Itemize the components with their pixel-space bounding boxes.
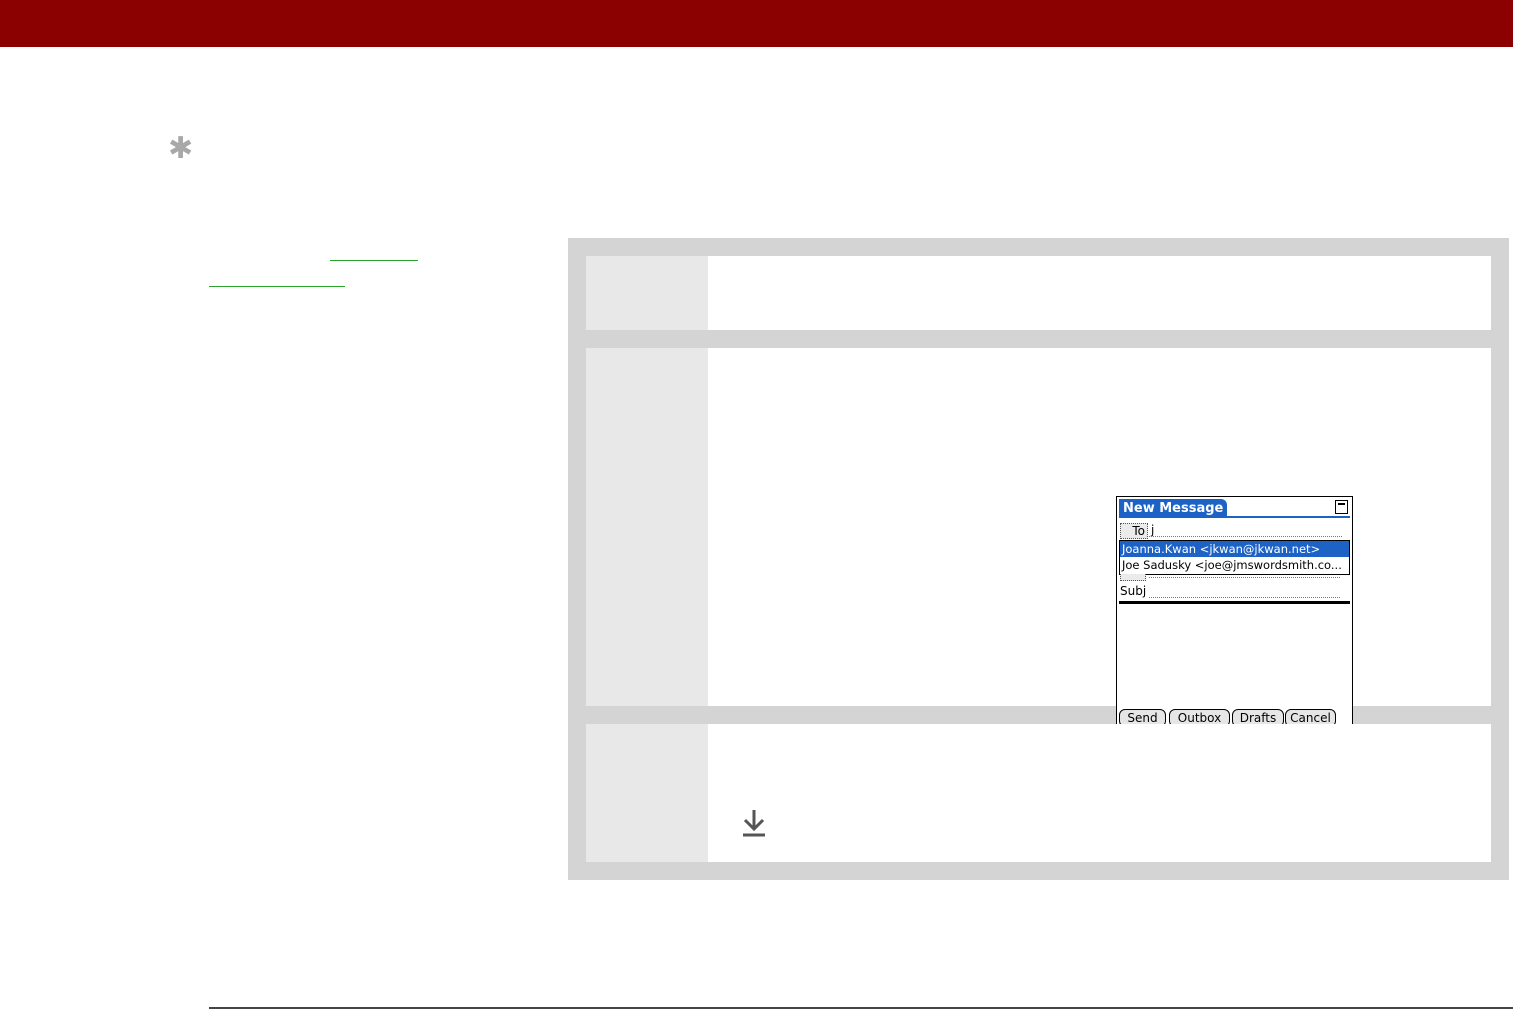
cross-reference-link[interactable] — [330, 246, 418, 261]
subj-field-line[interactable] — [1149, 597, 1340, 598]
step-number-column — [586, 724, 708, 862]
palm-title-underline — [1119, 516, 1350, 518]
step-number-column — [586, 348, 708, 706]
cc-field-line — [1149, 577, 1340, 578]
step-row-2: New Message To j Joanna.Kwan <jkwan@jkwa… — [586, 348, 1491, 731]
suggestion-item[interactable]: Joe Sadusky <joe@jmswordsmith.co... — [1120, 557, 1349, 573]
to-field-line — [1149, 536, 1342, 537]
step-number-column — [586, 256, 708, 330]
download-arrow-icon[interactable] — [742, 808, 766, 838]
cross-reference-link-continued[interactable] — [209, 272, 345, 287]
palm-title-tab: New Message — [1119, 499, 1228, 517]
header-bar — [0, 0, 1513, 47]
header-separator — [1119, 601, 1350, 604]
subj-label: Subj — [1120, 584, 1147, 598]
new-message-screenshot: New Message To j Joanna.Kwan <jkwan@jkwa… — [1116, 496, 1353, 731]
step-row-1 — [586, 256, 1491, 330]
asterisk-icon: ✱ — [168, 131, 194, 166]
address-suggestion-list: Joanna.Kwan <jkwan@jkwan.net> Joe Sadusk… — [1119, 540, 1350, 575]
steps-panel: New Message To j Joanna.Kwan <jkwan@jkwa… — [568, 238, 1509, 880]
menu-icon[interactable] — [1335, 500, 1348, 514]
step-row-3 — [586, 724, 1491, 862]
cc-button-stub[interactable] — [1120, 574, 1146, 581]
suggestion-item-selected[interactable]: Joanna.Kwan <jkwan@jkwan.net> — [1120, 541, 1349, 557]
to-button[interactable]: To — [1120, 523, 1148, 539]
footer-rule — [209, 1007, 1513, 1009]
